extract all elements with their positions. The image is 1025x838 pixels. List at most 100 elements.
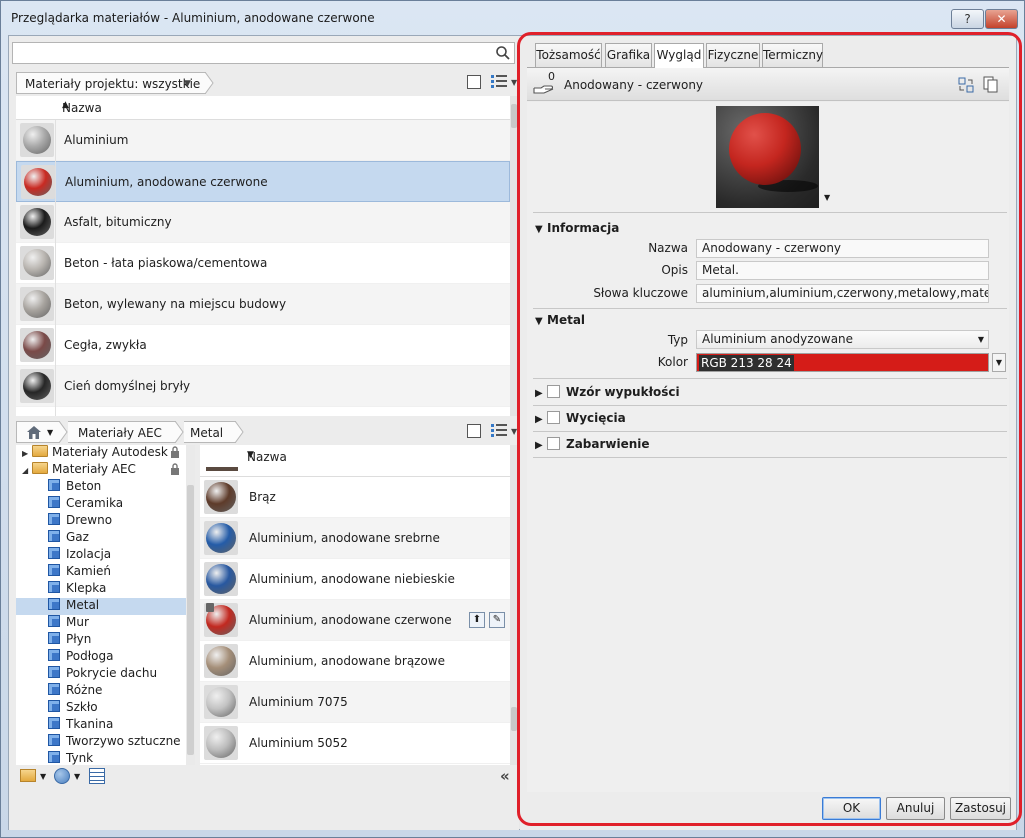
tree-item[interactable]: Drewno [16, 513, 186, 530]
list-item[interactable]: Aluminium, anodowane czerwone ⬆ ✎ [200, 600, 510, 641]
collapsed-icon[interactable]: ▶ [535, 414, 547, 425]
list-item[interactable]: Aluminium 5052 [200, 723, 510, 764]
section-metal[interactable]: ▼ Metal [535, 313, 585, 327]
tab-identity[interactable]: Tożsamość [535, 43, 602, 67]
tab-thermal[interactable]: Termiczny [762, 43, 823, 67]
tree-item[interactable]: Gaz [16, 530, 186, 547]
list-item[interactable]: Aluminium 7075 [200, 682, 510, 723]
chevron-down-icon[interactable]: ▼ [184, 79, 191, 89]
tree-item[interactable]: Płyn [16, 632, 186, 649]
tree-library-autodesk[interactable]: ▶ Materiały Autodesk [22, 445, 168, 462]
tree-item[interactable]: Tynk [16, 751, 186, 765]
list-item[interactable]: Beton, wylewany na miejscu budowy [16, 284, 510, 325]
edit-material-icon[interactable]: ✎ [489, 612, 505, 628]
tree-library-aec[interactable]: ◢ Materiały AEC [22, 462, 136, 479]
material-preview[interactable] [716, 106, 819, 208]
color-options-chevron-icon[interactable]: ▼ [992, 353, 1006, 372]
expanded-icon[interactable]: ▼ [535, 316, 547, 327]
material-swatch [20, 123, 54, 157]
tree-item[interactable]: Kamień [16, 564, 186, 581]
tree-item[interactable]: Różne [16, 683, 186, 700]
section-cutouts[interactable]: ▶ Wycięcia [535, 411, 626, 425]
list-item[interactable]: Cień domyślnej bryły [16, 366, 510, 407]
tab-graphics[interactable]: Grafika [605, 43, 652, 67]
list-item-label: Aluminium, anodowane srebrne [249, 531, 440, 545]
cutouts-checkbox[interactable] [547, 411, 560, 424]
list-item[interactable]: Aluminium, anodowane czerwone [16, 161, 510, 202]
home-chevron-icon[interactable]: ▼ [47, 428, 53, 437]
tree-item[interactable]: Ceramika [16, 496, 186, 513]
list-header[interactable]: Nazwa ▼ [200, 445, 510, 477]
cancel-button[interactable]: Anuluj [886, 797, 945, 820]
thumbnail-view-icon[interactable] [467, 75, 481, 89]
tab-physical[interactable]: Fizyczne [706, 43, 760, 67]
list-item[interactable]: Beton - łata piaskowa/cementowa [16, 243, 510, 284]
tint-checkbox[interactable] [547, 437, 560, 450]
section-tint[interactable]: ▶ Zabarwienie [535, 437, 650, 451]
editor-toggle-icon[interactable] [89, 768, 105, 784]
tree-scrollbar[interactable] [186, 445, 195, 765]
apply-button[interactable]: Zastosuj [950, 797, 1011, 820]
list-item[interactable]: Aluminium, anodowane brązowe [200, 641, 510, 682]
chevron-down-icon[interactable]: ▼ [40, 772, 46, 781]
tab-appearance[interactable]: Wygląd [654, 43, 704, 68]
sort-descending-icon[interactable]: ▼ [247, 450, 502, 460]
tree-item[interactable]: Pokrycie dachu [16, 666, 186, 683]
tree-item[interactable]: Tkanina [16, 717, 186, 734]
tree-node-label: Materiały AEC [52, 462, 136, 476]
ok-button[interactable]: OK [822, 797, 881, 820]
collapsed-icon[interactable]: ▶ [535, 388, 547, 399]
list-item[interactable]: Brąz [200, 477, 510, 518]
tree-item[interactable]: Beton [16, 479, 186, 496]
project-list-scrollbar[interactable] [510, 96, 518, 416]
tree-item[interactable]: Szkło [16, 700, 186, 717]
expand-icon[interactable]: ▶ [22, 449, 32, 458]
library-menu-icon[interactable] [20, 769, 36, 782]
tree-item[interactable]: Izolacja [16, 547, 186, 564]
list-item[interactable]: Aluminium, anodowane srebrne [200, 518, 510, 559]
section-information[interactable]: ▼ Informacja [535, 221, 619, 235]
description-field[interactable]: Metal. [696, 261, 989, 280]
collapse-pane-icon[interactable]: « [500, 767, 510, 785]
tree-item[interactable]: Mur [16, 615, 186, 632]
chevron-down-icon[interactable]: ▼ [74, 772, 80, 781]
section-bump[interactable]: ▶ Wzór wypukłości [535, 385, 680, 399]
crumb-library[interactable]: Materiały AEC [68, 421, 176, 443]
crumb-category[interactable]: Metal [184, 421, 236, 443]
list-header[interactable]: Nazwa ▲ [16, 96, 510, 120]
search-icon[interactable] [495, 45, 511, 61]
sort-ascending-icon[interactable]: ▲ [62, 100, 502, 110]
bump-checkbox[interactable] [547, 385, 560, 398]
list-view-icon[interactable] [491, 75, 507, 89]
tree-item[interactable]: Klepka [16, 581, 186, 598]
duplicate-asset-icon[interactable] [983, 76, 999, 94]
collapsed-icon[interactable]: ▶ [535, 440, 547, 451]
list-item[interactable]: Aluminium [16, 120, 510, 161]
keywords-field[interactable]: aluminium,aluminium,czerwony,metalowy,ma… [696, 284, 989, 303]
thumbnail-view-icon[interactable] [467, 424, 481, 438]
create-material-icon[interactable] [54, 768, 70, 784]
tree-item[interactable]: Metal [16, 598, 186, 615]
close-button[interactable]: ✕ [985, 9, 1018, 29]
collapse-icon[interactable]: ◢ [22, 466, 32, 475]
help-button[interactable]: ? [951, 9, 984, 29]
tree-item[interactable]: Podłoga [16, 649, 186, 666]
name-field[interactable]: Anodowany - czerwony [696, 239, 989, 258]
view-options-chevron-icon[interactable]: ▼ [511, 78, 517, 87]
home-button[interactable]: ▼ [16, 421, 60, 443]
library-list-scrollbar[interactable] [510, 445, 518, 765]
search-input[interactable] [12, 42, 515, 64]
list-item[interactable]: Asfalt, bitumiczny [16, 202, 510, 243]
view-options-chevron-icon[interactable]: ▼ [511, 427, 517, 436]
add-to-document-icon[interactable]: ⬆ [469, 612, 485, 628]
type-select[interactable]: Aluminium anodyzowane ▼ [696, 330, 989, 349]
tree-item[interactable]: Tworzywo sztuczne [16, 734, 186, 751]
list-item[interactable]: Aluminium, anodowane niebieskie [200, 559, 510, 600]
replace-asset-icon[interactable] [958, 77, 974, 93]
chevron-down-icon[interactable]: ▼ [978, 331, 984, 348]
preview-options-chevron-icon[interactable]: ▼ [824, 193, 830, 202]
expanded-icon[interactable]: ▼ [535, 224, 547, 235]
list-item[interactable]: Cegła, zwykła [16, 325, 510, 366]
list-view-icon[interactable] [491, 424, 507, 438]
color-swatch-field[interactable]: RGB 213 28 24 [696, 353, 989, 372]
